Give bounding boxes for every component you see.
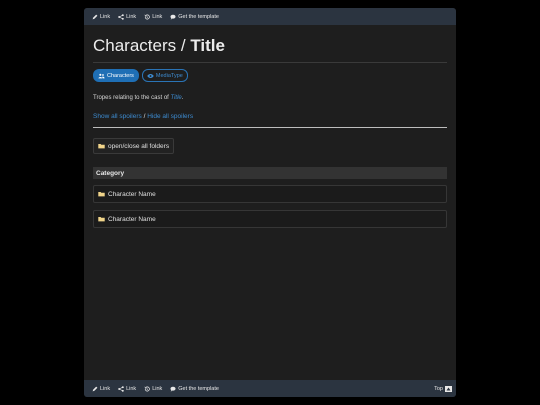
folder-icon [98,143,105,149]
tab-bar: Characters MediaType [93,69,447,82]
share-icon [118,385,124,392]
title-divider [93,62,447,63]
main-content: Characters / Title Characters MediaType … [93,25,447,228]
nav-link-label: Link [126,13,137,20]
toggle-all-folders-button[interactable]: open/close all folders [93,138,175,154]
nav-link-edit[interactable]: Link [92,386,110,392]
comment-icon [170,386,176,392]
nav-link-label: Link [100,13,111,20]
share-icon [118,13,124,20]
title-link[interactable]: Title [170,95,181,101]
nav-link-edit[interactable]: Link [92,14,110,20]
show-spoilers-link[interactable]: Show all spoilers [93,113,142,120]
nav-link-history[interactable]: Link [144,14,162,20]
title-prefix: Characters / [93,36,191,55]
page-container: Link Link Link Get the template Characte… [84,8,456,397]
nav-link-template[interactable]: Get the template [170,386,219,392]
category-label: Category [96,169,125,177]
nav-link-history[interactable]: Link [144,386,162,392]
spoiler-controls: Show all spoilers / Hide all spoilers [93,113,447,120]
folder-item[interactable]: Character Name [93,210,447,228]
tab-mediatype[interactable]: MediaType [141,69,188,82]
arrow-up-icon [445,385,452,392]
nav-link-label: Get the template [178,385,219,392]
hide-spoilers-link[interactable]: Hide all spoilers [147,113,193,120]
history-icon [144,386,150,391]
category-header: Category [93,167,447,179]
toggle-folders-label: open/close all folders [108,142,170,150]
bottom-nav-bar: Link Link Link Get the template Top [84,380,456,397]
tab-label: Characters [107,72,134,79]
title-main: Title [190,36,225,55]
page-description: Tropes relating to the cast of Title. [93,95,447,101]
nav-link-share[interactable]: Link [118,386,136,392]
description-text: Tropes relating to the cast of [93,95,171,101]
folder-item[interactable]: Character Name [93,185,447,203]
history-icon [144,14,150,19]
back-to-top-button[interactable]: Top [434,385,452,392]
nav-link-share[interactable]: Link [118,14,136,20]
nav-link-template[interactable]: Get the template [170,14,219,20]
tab-label: MediaType [155,72,183,79]
pencil-icon [92,14,98,19]
nav-link-label: Link [152,13,163,20]
top-nav-bar: Link Link Link Get the template [84,8,456,25]
folder-item-label: Character Name [108,215,156,223]
description-suffix: . [181,95,184,101]
folder-icon [98,191,105,197]
nav-link-label: Get the template [178,13,219,20]
page-title: Characters / Title [93,37,447,54]
nav-link-label: Link [152,385,163,392]
top-label: Top [434,385,443,392]
tab-characters[interactable]: Characters [93,69,139,82]
comment-icon [170,14,176,20]
pencil-icon [92,386,98,391]
folder-icon [98,216,105,222]
section-divider [93,127,447,128]
nav-link-label: Link [126,385,137,392]
folder-item-label: Character Name [108,190,156,198]
eye-icon [147,73,154,78]
users-icon [98,73,105,78]
nav-link-label: Link [100,385,111,392]
